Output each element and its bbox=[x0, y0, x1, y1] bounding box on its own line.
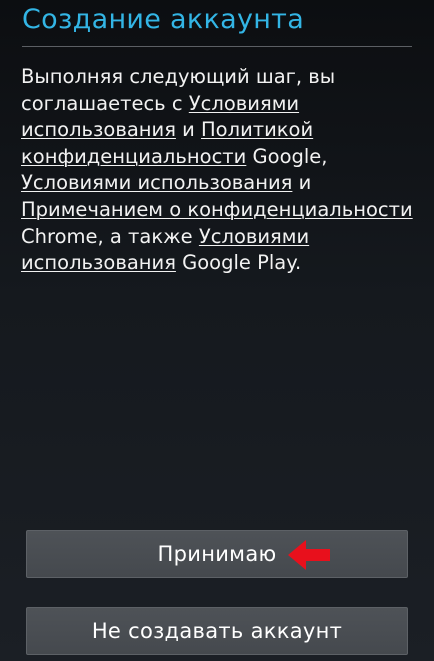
chrome-terms-link[interactable]: Условиями использования bbox=[21, 171, 292, 194]
google-play-terms-link[interactable]: Условиями bbox=[199, 225, 309, 248]
google-play-terms-link[interactable]: использования bbox=[21, 251, 176, 274]
terms-text-part: и bbox=[292, 171, 312, 195]
title-divider bbox=[22, 46, 412, 47]
decline-button[interactable]: Не создавать аккаунт bbox=[26, 607, 408, 655]
terms-line-1: Выполняя следующий шаг, вы bbox=[21, 64, 421, 91]
terms-line-8: использования Google Play. bbox=[21, 250, 421, 277]
terms-text-part: Google, bbox=[246, 144, 328, 168]
arrow-shape bbox=[288, 540, 330, 570]
terms-text: Выполняя следующий шаг, вы соглашаетесь … bbox=[21, 64, 421, 277]
terms-line-3: использования и Политикой bbox=[21, 117, 421, 144]
terms-line-5: Условиями использования и bbox=[21, 170, 421, 197]
red-arrow-left-icon bbox=[288, 540, 330, 570]
terms-line-4: конфиденциальности Google, bbox=[21, 144, 421, 171]
accept-button-label: Принимаю bbox=[157, 542, 277, 566]
chrome-privacy-notice-link[interactable]: Примечанием о конфиденциальности bbox=[21, 198, 413, 221]
privacy-policy-link[interactable]: Политикой bbox=[201, 118, 313, 141]
terms-line-6: Примечанием о конфиденциальности bbox=[21, 197, 421, 224]
terms-line-7: Chrome, а также Условиями bbox=[21, 224, 421, 251]
terms-of-service-link[interactable]: Условиями bbox=[189, 92, 299, 115]
terms-of-service-link[interactable]: использования bbox=[21, 118, 176, 141]
terms-text-part: и bbox=[175, 118, 202, 142]
privacy-policy-link[interactable]: конфиденциальности bbox=[21, 145, 246, 168]
page-title: Создание аккаунта bbox=[22, 4, 305, 35]
terms-text-part: Chrome, а также bbox=[21, 224, 199, 248]
terms-text-part: соглашаетесь с bbox=[21, 91, 189, 115]
decline-button-label: Не создавать аккаунт bbox=[91, 619, 343, 643]
accept-button[interactable]: Принимаю bbox=[26, 530, 408, 578]
terms-text-part: Google Play. bbox=[175, 251, 302, 275]
terms-text-part: Выполняя следующий шаг, вы bbox=[21, 65, 336, 88]
terms-line-2: соглашаетесь с Условиями bbox=[21, 91, 421, 118]
